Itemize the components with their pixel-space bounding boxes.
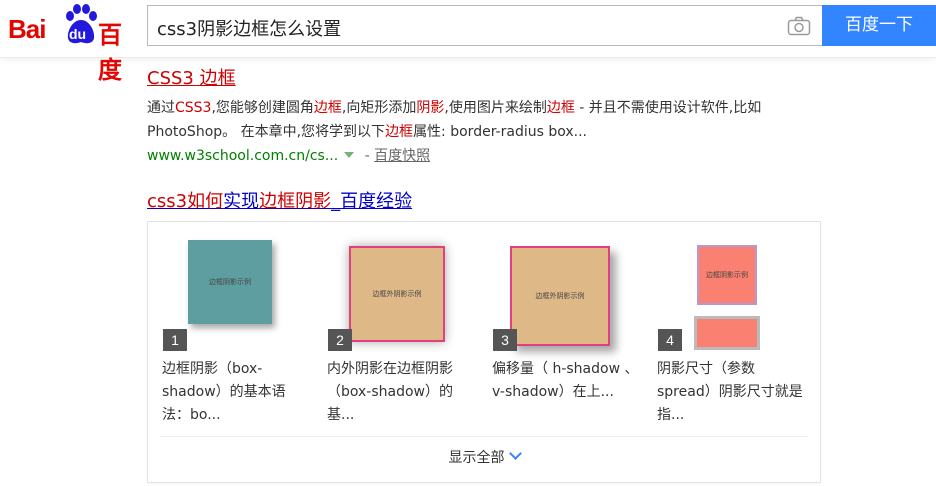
show-all-label: 显示全部 [448, 450, 505, 466]
step-description: 阴影尺寸（参数spread）阴影尺寸就是指... [657, 361, 803, 423]
title-part-highlight: 如何 [187, 191, 224, 212]
thumb-box: 边框阴影示例 [697, 245, 757, 305]
step-thumbnail[interactable]: 边框阴影示例 4 [655, 232, 805, 351]
url-separator: - [360, 148, 375, 164]
logo-text-chinese: 百度 [98, 21, 122, 84]
search-result: CSS3 边框 通过CSS3,您能够创建圆角边框,向矩形添加阴影,使用图片来绘制… [147, 64, 817, 166]
abstract-highlight: 边框 [546, 100, 575, 116]
step-number-badge: 4 [658, 329, 682, 351]
search-query-text: css3阴影边框怎么设置 [157, 19, 342, 40]
step-thumbnail[interactable]: 边框外阴影示例 2 [325, 232, 475, 351]
step-item[interactable]: 边框外阴影示例 3 偏移量（ h-shadow 、v-shadow）在上... [490, 232, 640, 404]
logo-text-du: du [69, 26, 87, 42]
step-item[interactable]: 边框阴影示例 4 阴影尺寸（参数spread）阴影尺寸就是指... [655, 232, 805, 427]
chevron-down-icon [508, 447, 522, 460]
search-result-jingyan: css3如何实现边框阴影_百度经验 [147, 187, 412, 213]
result-title-rest: 边框 [193, 68, 236, 89]
result-url[interactable]: www.w3school.com.cn/cs... [147, 148, 338, 164]
thumb-box: 边框外阴影示例 [510, 246, 610, 346]
abstract-highlight: 阴影 [416, 100, 445, 116]
result-url-line: www.w3school.com.cn/cs... - 百度快照 [147, 146, 817, 166]
abstract-part: 通过 [147, 100, 175, 116]
divider [160, 436, 808, 437]
step-thumbnail[interactable]: 边框阴影示例 1 [160, 232, 310, 351]
abstract-part: ,向矩形添加 [341, 100, 417, 116]
baidu-logo[interactable]: Bai du 百度 [8, 4, 138, 84]
abstract-highlight: 边框 [313, 100, 342, 116]
result-title-link[interactable]: CSS3 边框 [147, 64, 817, 90]
title-part-highlight: css3 [147, 191, 188, 212]
step-number-badge: 2 [328, 329, 352, 351]
cache-link[interactable]: 百度快照 [374, 148, 430, 164]
result-title-prefix: CSS3 [147, 68, 194, 89]
abstract-part: ,使用图片来绘制 [444, 100, 547, 116]
result-title-link[interactable]: css3如何实现边框阴影_百度经验 [147, 191, 412, 212]
step-number-badge: 1 [163, 329, 187, 351]
search-button[interactable]: 百度一下 [822, 5, 936, 46]
abstract-part: ,您能够创建圆角 [211, 100, 314, 116]
logo-text-latin: Bai [8, 14, 46, 44]
search-input[interactable]: css3阴影边框怎么设置 [147, 5, 823, 46]
abstract-part: 属性: border-radius box... [413, 124, 587, 140]
title-part: 实现 [223, 191, 260, 212]
steps-card: 边框阴影示例 1 边框阴影（box-shadow）的基本语法：bo... 边框外… [147, 221, 821, 483]
result-abstract: 通过CSS3,您能够创建圆角边框,向矩形添加阴影,使用图片来绘制边框 - 并且不… [147, 96, 817, 144]
abstract-highlight: 边框 [385, 124, 414, 140]
step-number-badge: 3 [493, 329, 517, 351]
show-all-button[interactable]: 显示全部 [148, 447, 820, 467]
step-description: 偏移量（ h-shadow 、v-shadow）在上... [492, 361, 639, 400]
abstract-highlight: CSS3 [175, 100, 212, 116]
step-item[interactable]: 边框阴影示例 1 边框阴影（box-shadow）的基本语法：bo... [160, 232, 310, 427]
camera-icon[interactable] [787, 16, 811, 36]
title-part-highlight: 边框阴影 [259, 191, 332, 212]
title-part: _百度经验 [331, 191, 413, 212]
header-bar: Bai du 百度 css3阴影边框怎么设置 百度一下 [0, 0, 936, 84]
step-description: 内外阴影在边框阴影（box-shadow）的基... [327, 361, 454, 423]
thumb-box-second [694, 316, 760, 350]
step-item[interactable]: 边框外阴影示例 2 内外阴影在边框阴影（box-shadow）的基... [325, 232, 475, 427]
thumb-box: 边框外阴影示例 [349, 246, 445, 342]
step-thumbnail[interactable]: 边框外阴影示例 3 [490, 232, 640, 351]
thumb-box: 边框阴影示例 [188, 240, 272, 324]
triangle-down-icon[interactable] [344, 152, 355, 158]
step-description: 边框阴影（box-shadow）的基本语法：bo... [162, 361, 286, 423]
